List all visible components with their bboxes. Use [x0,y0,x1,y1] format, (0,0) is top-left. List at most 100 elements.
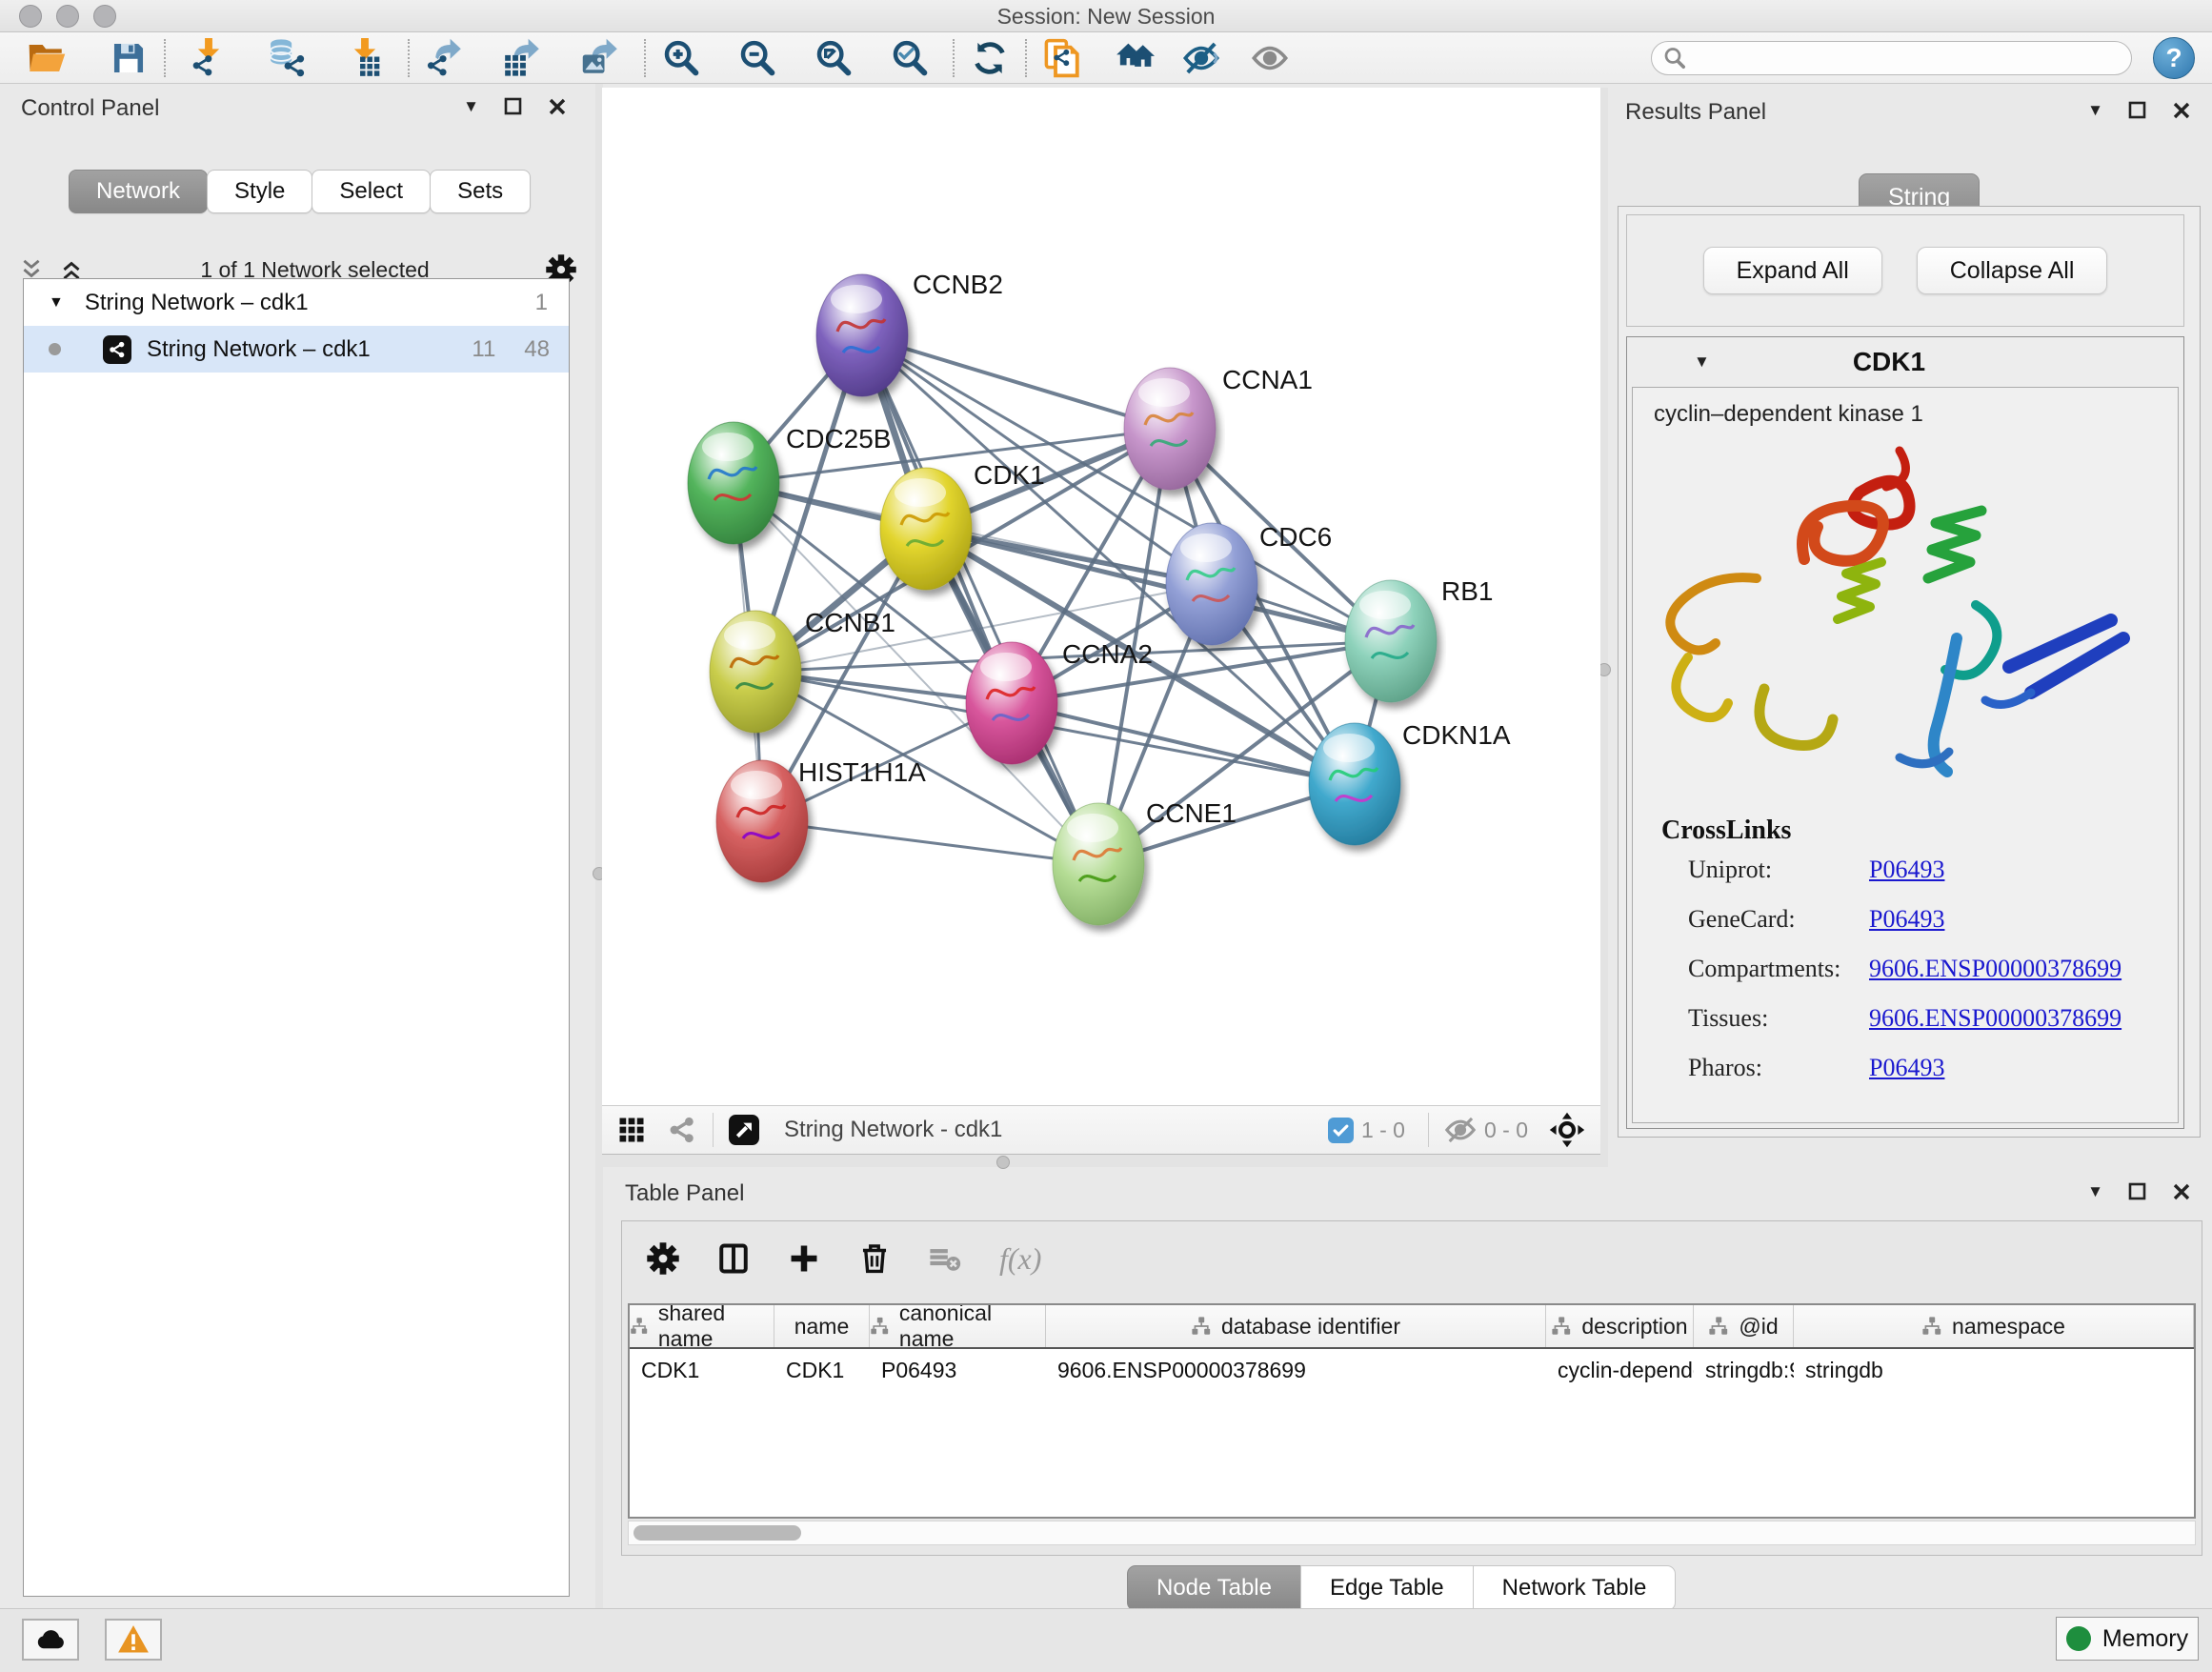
network-node-CCNA1[interactable] [1124,368,1216,490]
network-node-CDC25B[interactable] [688,422,779,544]
table-horizontal-scrollbar[interactable] [628,1521,2196,1545]
export-image-button[interactable] [579,36,623,80]
clone-network-button[interactable] [1040,36,1084,80]
selected-filter-checkbox[interactable] [1328,1118,1354,1143]
table-panel-title: Table Panel [625,1180,744,1207]
expand-all-button[interactable]: Expand All [1703,247,1882,294]
hidden-items-icon[interactable] [1444,1114,1477,1146]
results-panel-menu-icon[interactable]: ▼ [2087,101,2103,120]
network-node-CCNB1[interactable] [710,611,801,733]
column-header-description[interactable]: description [1546,1305,1694,1347]
tab-sets[interactable]: Sets [430,170,531,213]
show-columns-icon[interactable] [717,1242,750,1275]
network-edge-CCNB2-CCNA1[interactable] [862,335,1170,429]
node-table-header: shared namenamecanonical namedatabase id… [630,1305,2194,1349]
control-panel-menu-icon[interactable]: ▼ [463,97,479,116]
results-panel-float-icon[interactable] [2128,101,2147,120]
table-options-gear-icon[interactable] [647,1242,679,1275]
column-header-shared-name[interactable]: shared name [630,1305,774,1347]
network-node-CDC6[interactable] [1166,523,1257,645]
table-cell[interactable]: stringdb [1794,1358,2194,1383]
search-input[interactable] [1686,45,2109,71]
scrollbar-thumb[interactable] [633,1525,801,1541]
table-panel-float-icon[interactable] [2128,1182,2147,1201]
crosslink-link[interactable]: P06493 [1869,1054,1944,1082]
network-node-CCNE1[interactable] [1053,803,1144,925]
column-header-name[interactable]: name [774,1305,870,1347]
import-table-button[interactable] [343,36,387,80]
table-cell[interactable]: P06493 [870,1358,1046,1383]
network-edge-HIST1H1A-CCNE1[interactable] [762,821,1098,864]
zoom-out-button[interactable] [735,36,779,80]
add-column-icon[interactable] [788,1242,820,1275]
network-node-CDK1[interactable] [880,468,972,590]
cloud-button[interactable] [22,1619,79,1661]
network-row-selected[interactable]: String Network – cdk1 11 48 [24,326,569,373]
network-node-HIST1H1A[interactable] [716,760,808,882]
delete-column-icon[interactable] [858,1242,891,1275]
memory-button[interactable]: Memory [2056,1617,2199,1661]
collapse-all-button[interactable]: Collapse All [1917,247,2108,294]
table-cell[interactable]: CDK1 [630,1358,774,1383]
control-panel-float-icon[interactable] [504,97,523,116]
network-canvas[interactable]: CCNB2CCNA1CDC25BCDK1CDC6RB1CCNB1CCNA2CDK… [602,88,1600,1105]
tab-node-table[interactable]: Node Table [1127,1565,1301,1611]
right-splitter[interactable] [1600,88,1608,1167]
network-node-RB1[interactable] [1345,580,1437,702]
save-session-button[interactable] [107,36,151,80]
tree-column-icon [1708,1316,1729,1337]
detach-view-icon[interactable] [729,1115,759,1145]
export-table-button[interactable] [501,36,545,80]
protein-caret-icon[interactable]: ▼ [1694,353,1710,372]
show-all-button[interactable] [1248,36,1292,80]
control-panel-close-icon[interactable] [548,97,567,116]
export-network-button[interactable] [423,36,467,80]
open-session-button[interactable] [25,36,69,80]
results-panel-close-icon[interactable] [2172,101,2191,120]
tab-edge-table[interactable]: Edge Table [1300,1565,1474,1611]
hide-selected-button[interactable] [1179,36,1223,80]
grid-view-icon[interactable] [617,1116,646,1144]
column-header-canonical-name[interactable]: canonical name [870,1305,1046,1347]
collection-caret-icon[interactable]: ▼ [49,294,64,312]
help-button[interactable]: ? [2153,37,2195,79]
zoom-selected-button[interactable] [888,36,932,80]
tab-network[interactable]: Network [69,170,208,213]
column-header-namespace[interactable]: namespace [1794,1305,2194,1347]
crosslink-link[interactable]: 9606.ENSP00000378699 [1869,955,2122,983]
table-row[interactable]: CDK1CDK1P064939606.ENSP00000378699cyclin… [630,1349,2194,1391]
first-neighbors-button[interactable] [1111,36,1155,80]
import-network-from-database-button[interactable] [265,36,309,80]
crosslink-link[interactable]: 9606.ENSP00000378699 [1869,1004,2122,1033]
network-collection-row[interactable]: ▼ String Network – cdk1 1 [24,279,569,326]
protein-structure-image [1642,433,2176,805]
crosslink-link[interactable]: P06493 [1869,905,1944,934]
column-header-database-identifier[interactable]: database identifier [1046,1305,1546,1347]
tab-network-table[interactable]: Network Table [1473,1565,1677,1611]
bottom-splitter[interactable] [602,1155,1600,1167]
column-header-@id[interactable]: @id [1694,1305,1794,1347]
crosslink-row: Uniprot:P06493 [1688,856,2178,884]
table-cell[interactable]: CDK1 [774,1358,870,1383]
import-network-button[interactable] [187,36,231,80]
table-cell[interactable]: 9606.ENSP00000378699 [1046,1358,1546,1383]
network-node-CDKN1A[interactable] [1309,723,1400,845]
table-cell[interactable]: cyclin-dependent ... [1546,1358,1694,1383]
table-panel-close-icon[interactable] [2172,1182,2191,1201]
zoom-in-button[interactable] [659,36,703,80]
network-node-CCNB2[interactable] [816,274,908,396]
tab-style[interactable]: Style [207,170,312,213]
tab-select[interactable]: Select [312,170,431,213]
apply-style-refresh-button[interactable] [968,36,1012,80]
network-share-icon[interactable] [667,1115,697,1145]
birdseye-navigator-icon[interactable] [1549,1112,1585,1148]
network-view-toolbar: String Network - cdk1 1 - 0 0 - 0 [602,1105,1600,1155]
table-cell[interactable]: stringdb:9... [1694,1358,1794,1383]
crosslink-label: Uniprot: [1688,856,1869,884]
warnings-button[interactable] [105,1619,162,1661]
table-panel-menu-icon[interactable]: ▼ [2087,1182,2103,1201]
zoom-fit-button[interactable] [812,36,855,80]
network-node-CCNA2[interactable] [966,642,1057,764]
protein-section-header[interactable]: ▼ CDK1 [1627,337,2183,387]
crosslink-link[interactable]: P06493 [1869,856,1944,884]
